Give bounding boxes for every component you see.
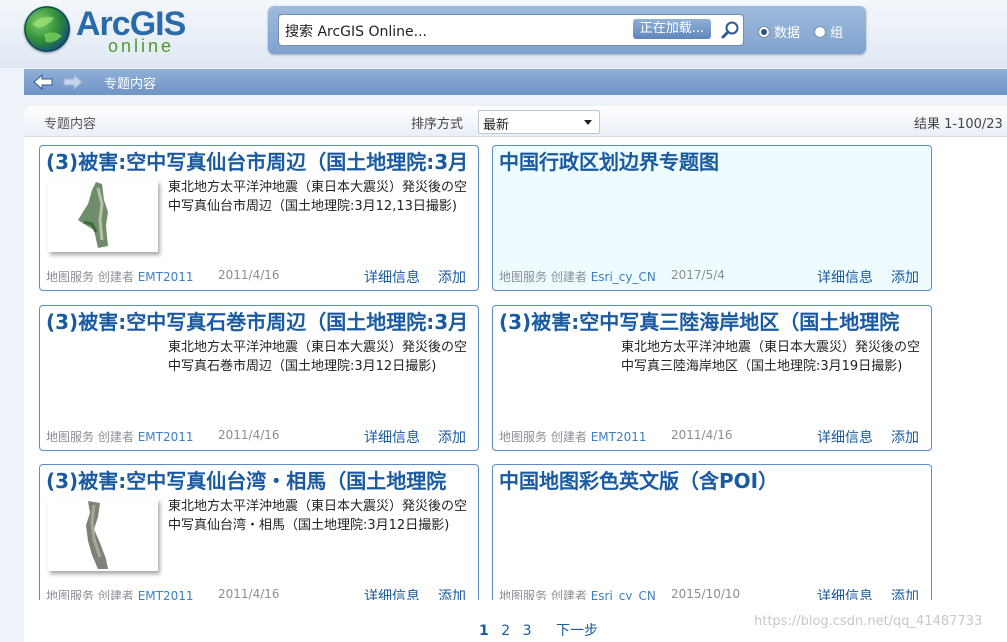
panel-title: 专题内容 — [44, 117, 97, 132]
item-type: 地图服务 — [499, 430, 548, 444]
item-card: 中国地图彩色英文版（含POI） 地图服务 创建者 Esri_cy_CN 2015… — [492, 464, 932, 600]
item-card: (3)被害:空中写真仙台湾・相馬（国土地理院 東北地方太平洋沖地震（東日本大震災… — [39, 464, 479, 600]
card-grid: (3)被害:空中写真仙台市周辺（国土地理院:3月 東北地方太平洋沖地震（東日本大… — [24, 138, 1007, 600]
chevron-down-icon — [584, 120, 592, 125]
details-link[interactable]: 详细信息 — [364, 427, 420, 447]
item-date: 2011/4/16 — [218, 268, 280, 282]
owner-link[interactable]: Esri_cy_CN — [591, 589, 656, 600]
sort-dropdown[interactable]: 最新 — [478, 110, 600, 134]
sort-label: 排序方式 — [411, 117, 464, 132]
add-link[interactable]: 添加 — [891, 586, 919, 600]
add-link[interactable]: 添加 — [891, 427, 919, 447]
radio-data[interactable] — [758, 26, 770, 38]
search-scope-radios: 数据 组 — [758, 22, 853, 41]
card-footer: 地图服务 创建者 Esri_cy_CN 2017/5/4 详细信息 添加 — [499, 267, 927, 287]
back-arrow-icon[interactable] — [32, 73, 54, 91]
radio-data-label[interactable]: 数据 — [774, 26, 800, 41]
radio-group[interactable] — [814, 26, 827, 38]
card-title[interactable]: 中国行政区划边界专题图 — [499, 148, 925, 176]
breadcrumb-bar: 专题内容 — [24, 69, 1007, 95]
card-description: 東北地方太平洋沖地震（東日本大震災）発災後の空中写真仙台市周辺（国土地理院:3月… — [168, 180, 468, 214]
creator-label: 创建者 — [97, 270, 134, 284]
card-title[interactable]: (3)被害:空中写真三陸海岸地区（国土地理院 — [499, 308, 925, 336]
owner-link[interactable]: Esri_cy_CN — [591, 270, 656, 284]
add-link[interactable]: 添加 — [438, 586, 466, 600]
panel-header: 专题内容 排序方式 最新 结果 1-100/23 — [24, 106, 1007, 137]
card-title[interactable]: (3)被害:空中写真仙台市周辺（国土地理院:3月 — [46, 148, 472, 176]
globe-logo-icon — [24, 6, 70, 52]
card-description: 東北地方太平洋沖地震（東日本大震災）発災後の空中写真三陸海岸地区（国土地理院:3… — [621, 340, 921, 374]
search-bar: 正在加载... 数据 组 — [268, 6, 866, 54]
card-title[interactable]: 中国地图彩色英文版（含POI） — [499, 467, 925, 495]
search-field-wrapper: 正在加载... — [278, 14, 744, 46]
details-link[interactable]: 详细信息 — [817, 427, 873, 447]
item-card: 中国行政区划边界专题图 地图服务 创建者 Esri_cy_CN 2017/5/4… — [492, 145, 932, 291]
radio-group-label[interactable]: 组 — [830, 26, 843, 41]
details-link[interactable]: 详细信息 — [364, 586, 420, 600]
search-input[interactable] — [283, 20, 627, 42]
owner-link[interactable]: EMT2011 — [591, 430, 647, 444]
creator-label: 创建者 — [97, 589, 134, 600]
page-link[interactable]: 1 — [479, 623, 489, 639]
loading-indicator: 正在加载... — [633, 19, 711, 39]
card-title[interactable]: (3)被害:空中写真石巻市周辺（国土地理院:3月 — [46, 308, 472, 336]
creator-label: 创建者 — [550, 270, 587, 284]
owner-link[interactable]: EMT2011 — [138, 589, 194, 600]
owner-link[interactable]: EMT2011 — [138, 270, 194, 284]
page-link[interactable]: 3 — [523, 623, 532, 639]
add-link[interactable]: 添加 — [438, 267, 466, 287]
breadcrumb: 专题内容 — [104, 77, 157, 92]
item-card: (3)被害:空中写真石巻市周辺（国土地理院:3月 東北地方太平洋沖地震（東日本大… — [39, 305, 479, 451]
logo-subtitle: online — [108, 36, 175, 56]
item-card: (3)被害:空中写真三陸海岸地区（国土地理院 東北地方太平洋沖地震（東日本大震災… — [492, 305, 932, 451]
card-title[interactable]: (3)被害:空中写真仙台湾・相馬（国土地理院 — [46, 467, 472, 495]
item-type: 地图服务 — [499, 589, 548, 600]
watermark: https://blog.csdn.net/qq_41487733 — [754, 614, 983, 629]
creator-label: 创建者 — [550, 589, 587, 600]
search-icon[interactable] — [719, 19, 743, 41]
details-link[interactable]: 详细信息 — [364, 267, 420, 287]
results-count: 结果 1-100/23 — [914, 117, 1003, 132]
details-link[interactable]: 详细信息 — [817, 267, 873, 287]
card-footer: 地图服务 创建者 EMT2011 2011/4/16 详细信息 添加 — [46, 587, 474, 600]
creator-label: 创建者 — [550, 430, 587, 444]
item-type: 地图服务 — [46, 270, 95, 284]
featured-content-panel: 专题内容 排序方式 最新 结果 1-100/23 (3)被害:空中写真仙台市周辺… — [24, 106, 1007, 642]
item-date: 2015/10/10 — [671, 587, 741, 600]
item-type: 地图服务 — [46, 430, 95, 444]
card-description: 東北地方太平洋沖地震（東日本大震災）発災後の空中写真石巻市周辺（国土地理院:3月… — [168, 340, 468, 374]
card-footer: 地图服务 创建者 EMT2011 2011/4/16 详细信息 添加 — [46, 427, 474, 447]
item-card: (3)被害:空中写真仙台市周辺（国土地理院:3月 東北地方太平洋沖地震（東日本大… — [39, 145, 479, 291]
card-description: 東北地方太平洋沖地震（東日本大震災）発災後の空中写真仙台湾・相馬（国土地理院:3… — [168, 499, 468, 533]
card-thumbnail[interactable] — [48, 180, 158, 252]
details-link[interactable]: 详细信息 — [817, 586, 873, 600]
app-header: ArcGIS online 正在加载... 数据 组 — [0, 0, 1007, 68]
item-date: 2017/5/4 — [671, 268, 725, 282]
item-date: 2011/4/16 — [218, 587, 280, 600]
next-page-link[interactable]: 下一步 — [556, 623, 598, 639]
item-type: 地图服务 — [499, 270, 548, 284]
owner-link[interactable]: EMT2011 — [138, 430, 194, 444]
page-link[interactable]: 2 — [501, 623, 510, 639]
sort-value: 最新 — [483, 118, 510, 133]
card-thumbnail[interactable] — [48, 499, 158, 571]
card-footer: 地图服务 创建者 Esri_cy_CN 2015/10/10 详细信息 添加 — [499, 587, 927, 600]
add-link[interactable]: 添加 — [438, 427, 466, 447]
item-type: 地图服务 — [46, 589, 95, 600]
add-link[interactable]: 添加 — [891, 267, 919, 287]
card-footer: 地图服务 创建者 EMT2011 2011/4/16 详细信息 添加 — [499, 427, 927, 447]
item-date: 2011/4/16 — [671, 428, 733, 442]
forward-arrow-icon[interactable] — [62, 73, 84, 91]
creator-label: 创建者 — [97, 430, 134, 444]
pagination: 1 2 3 下一步 — [479, 620, 606, 640]
item-date: 2011/4/16 — [218, 428, 280, 442]
card-footer: 地图服务 创建者 EMT2011 2011/4/16 详细信息 添加 — [46, 267, 474, 287]
